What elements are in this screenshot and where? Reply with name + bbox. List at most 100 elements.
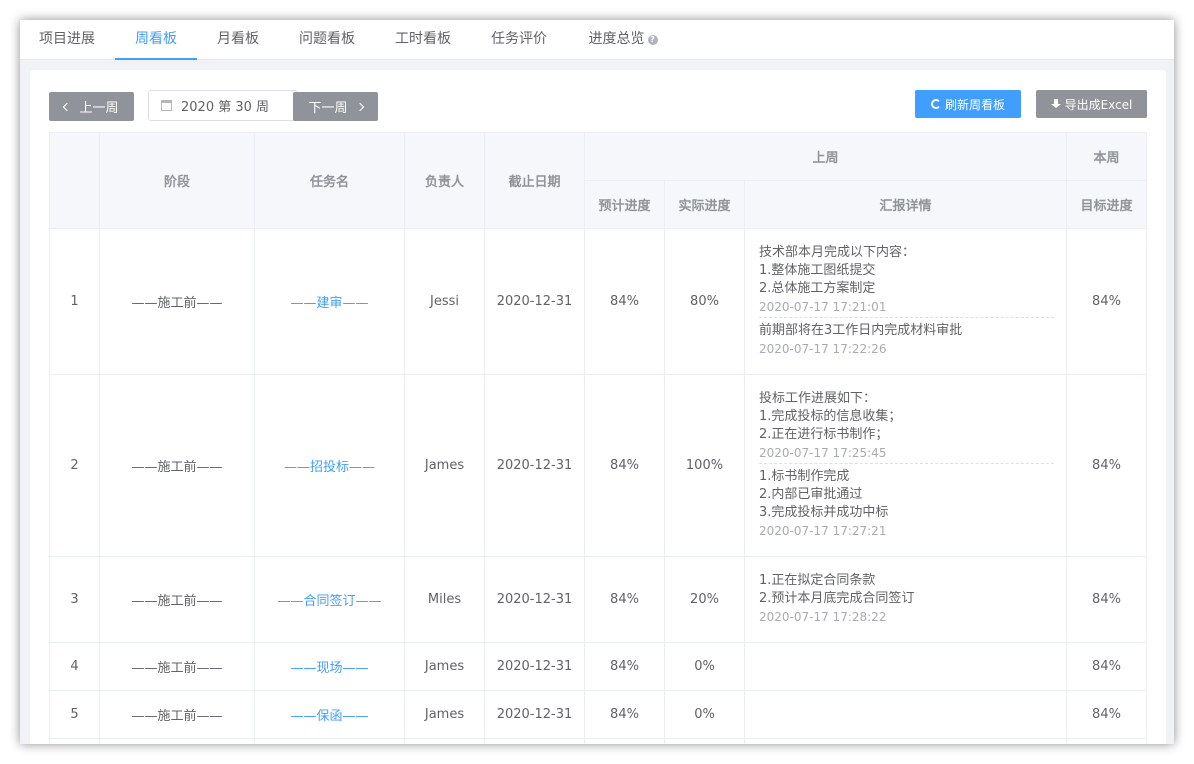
owner-cell: Jessi <box>404 228 485 375</box>
stage-cell: ——施工前—— <box>99 690 255 739</box>
report-header: 汇报详情 <box>744 180 1067 229</box>
report-cell <box>744 642 1067 691</box>
stage-cell: ——施工前—— <box>99 642 255 691</box>
tab-issue-board[interactable]: 问题看板 <box>298 20 356 60</box>
this-week-header: 本周 <box>1066 132 1147 181</box>
tab-project-progress[interactable]: 项目进展 <box>38 20 96 60</box>
tab-label: 任务评价 <box>491 31 547 47</box>
chevron-right-icon <box>355 102 364 111</box>
owner-cell: James <box>404 690 485 739</box>
download-icon <box>1050 99 1061 109</box>
refresh-icon <box>930 99 941 109</box>
tab-label: 工时看板 <box>395 31 451 47</box>
deadline-cell: 2020-12-31 <box>484 374 585 557</box>
tab-label: 月看板 <box>217 31 259 47</box>
actual-cell: 100% <box>664 374 745 557</box>
task-cell: ——保函—— <box>254 690 405 739</box>
report-line: 1.完成投标的信息收集； <box>759 408 902 424</box>
prev-week-button[interactable]: 上一周 <box>49 92 134 121</box>
report-line: 2.总体施工方案制定 <box>759 280 876 296</box>
deadline-cell: 2020-12-31 <box>484 228 585 375</box>
table-row: 4 ——施工前—— ——现场—— James 2020-12-31 84% 0%… <box>49 642 1147 691</box>
stage-cell: ——施工前—— <box>99 228 255 375</box>
owner-cell: Miles <box>404 556 485 643</box>
task-cell: ——建审—— <box>254 228 405 375</box>
export-excel-button[interactable]: 导出成Excel <box>1036 90 1147 118</box>
owner-cell: James <box>404 642 485 691</box>
task-link[interactable]: ——建审—— <box>290 296 368 311</box>
row-index: 2 <box>49 374 100 557</box>
target-cell: 84% <box>1066 690 1147 739</box>
target-header: 目标进度 <box>1066 180 1147 229</box>
calendar-icon <box>161 100 172 111</box>
task-link[interactable]: ——招投标—— <box>284 460 375 475</box>
weekly-board-table: 阶段 任务名 负责人 截止日期 上周 本周 预计进度 实际进度 汇报详情 目标进… <box>49 132 1147 744</box>
row-index: 5 <box>49 690 100 739</box>
weekly-board-panel: 上一周 2020 第 30 周 下一周 刷新周看板 导出成Excel 阶段 任务… <box>30 70 1166 744</box>
task-cell: ——现场—— <box>254 642 405 691</box>
report-line: 2.内部已审批通过 <box>759 486 863 502</box>
stage-header: 阶段 <box>99 132 255 229</box>
tab-monthly-board[interactable]: 月看板 <box>216 20 260 60</box>
deadline-cell: 2020-12-31 <box>484 556 585 643</box>
report-line: 1.标书制作完成 <box>759 468 850 484</box>
row-index: 3 <box>49 556 100 643</box>
report-line: 投标工作进展如下： <box>759 390 877 406</box>
task-link[interactable]: ——保函—— <box>290 709 368 724</box>
app-frame: 项目进展 周看板 月看板 问题看板 工时看板 任务评价 进度总览? 上一周 20… <box>20 20 1174 744</box>
report-line: 前期部将在3工作日内完成材料审批 <box>759 322 963 338</box>
planned-cell: 84% <box>584 228 665 375</box>
index-header <box>49 132 100 229</box>
target-cell: 84% <box>1066 374 1147 557</box>
tab-label: 问题看板 <box>299 31 355 47</box>
target-cell: 84% <box>1066 642 1147 691</box>
report-line: 技术部本月完成以下内容： <box>759 244 916 260</box>
target-cell: 84% <box>1066 556 1147 643</box>
refresh-board-button[interactable]: 刷新周看板 <box>915 90 1021 118</box>
report-cell <box>744 690 1067 739</box>
report-time: 2020-07-17 17:27:21 <box>759 523 887 538</box>
planned-cell: 84% <box>584 642 665 691</box>
tab-weekly-board[interactable]: 周看板 <box>115 20 197 60</box>
tab-progress-overview[interactable]: 进度总览? <box>586 20 660 60</box>
table-row: 3 ——施工前—— ——合同签订—— Miles 2020-12-31 84% … <box>49 556 1147 643</box>
table-row <box>49 738 1147 744</box>
deadline-header: 截止日期 <box>484 132 585 229</box>
stage-cell: ——施工前—— <box>99 556 255 643</box>
deadline-cell: 2020-12-31 <box>484 690 585 739</box>
tab-label: 项目进展 <box>39 31 95 47</box>
tab-task-evaluation[interactable]: 任务评价 <box>490 20 548 60</box>
report-entry: 技术部本月完成以下内容： 1.整体施工图纸提交 2.总体施工方案制定 2020-… <box>759 244 1054 318</box>
report-line: 2.预计本月底完成合同签订 <box>759 590 915 606</box>
report-time: 2020-07-17 17:22:26 <box>759 341 887 356</box>
tab-label: 进度总览 <box>588 31 645 47</box>
chevron-left-icon <box>63 102 72 111</box>
table-row: 5 ——施工前—— ——保函—— James 2020-12-31 84% 0%… <box>49 690 1147 739</box>
tab-label: 周看板 <box>135 31 177 47</box>
report-line: 1.正在拟定合同条款 <box>759 572 876 588</box>
tab-hours-board[interactable]: 工时看板 <box>394 20 452 60</box>
report-entry: 1.正在拟定合同条款 2.预计本月底完成合同签订 2020-07-17 17:2… <box>759 572 1054 626</box>
stage-cell: ——施工前—— <box>99 374 255 557</box>
refresh-label: 刷新周看板 <box>944 97 1005 112</box>
week-picker-input[interactable]: 2020 第 30 周 <box>148 90 298 121</box>
report-cell: 1.正在拟定合同条款 2.预计本月底完成合同签订 2020-07-17 17:2… <box>744 556 1067 643</box>
report-line: 2.正在进行标书制作； <box>759 426 889 442</box>
owner-cell: James <box>404 374 485 557</box>
report-time: 2020-07-17 17:21:01 <box>759 299 887 314</box>
task-header: 任务名 <box>254 132 405 229</box>
task-link[interactable]: ——现场—— <box>290 661 368 676</box>
tab-bar: 项目进展 周看板 月看板 问题看板 工时看板 任务评价 进度总览? <box>20 20 1174 60</box>
task-cell: ——合同签订—— <box>254 556 405 643</box>
report-entry: 前期部将在3工作日内完成材料审批 2020-07-17 17:22:26 <box>759 322 1054 358</box>
export-label: 导出成Excel <box>1064 97 1133 112</box>
question-circle-icon[interactable]: ? <box>647 35 658 45</box>
row-index: 4 <box>49 642 100 691</box>
next-week-label: 下一周 <box>308 101 348 116</box>
actual-header: 实际进度 <box>664 180 745 229</box>
task-link[interactable]: ——合同签订—— <box>277 594 381 609</box>
next-week-button[interactable]: 下一周 <box>293 92 378 121</box>
actual-cell: 80% <box>664 228 745 375</box>
report-line: 3.完成投标并成功中标 <box>759 504 889 520</box>
planned-cell: 84% <box>584 374 665 557</box>
